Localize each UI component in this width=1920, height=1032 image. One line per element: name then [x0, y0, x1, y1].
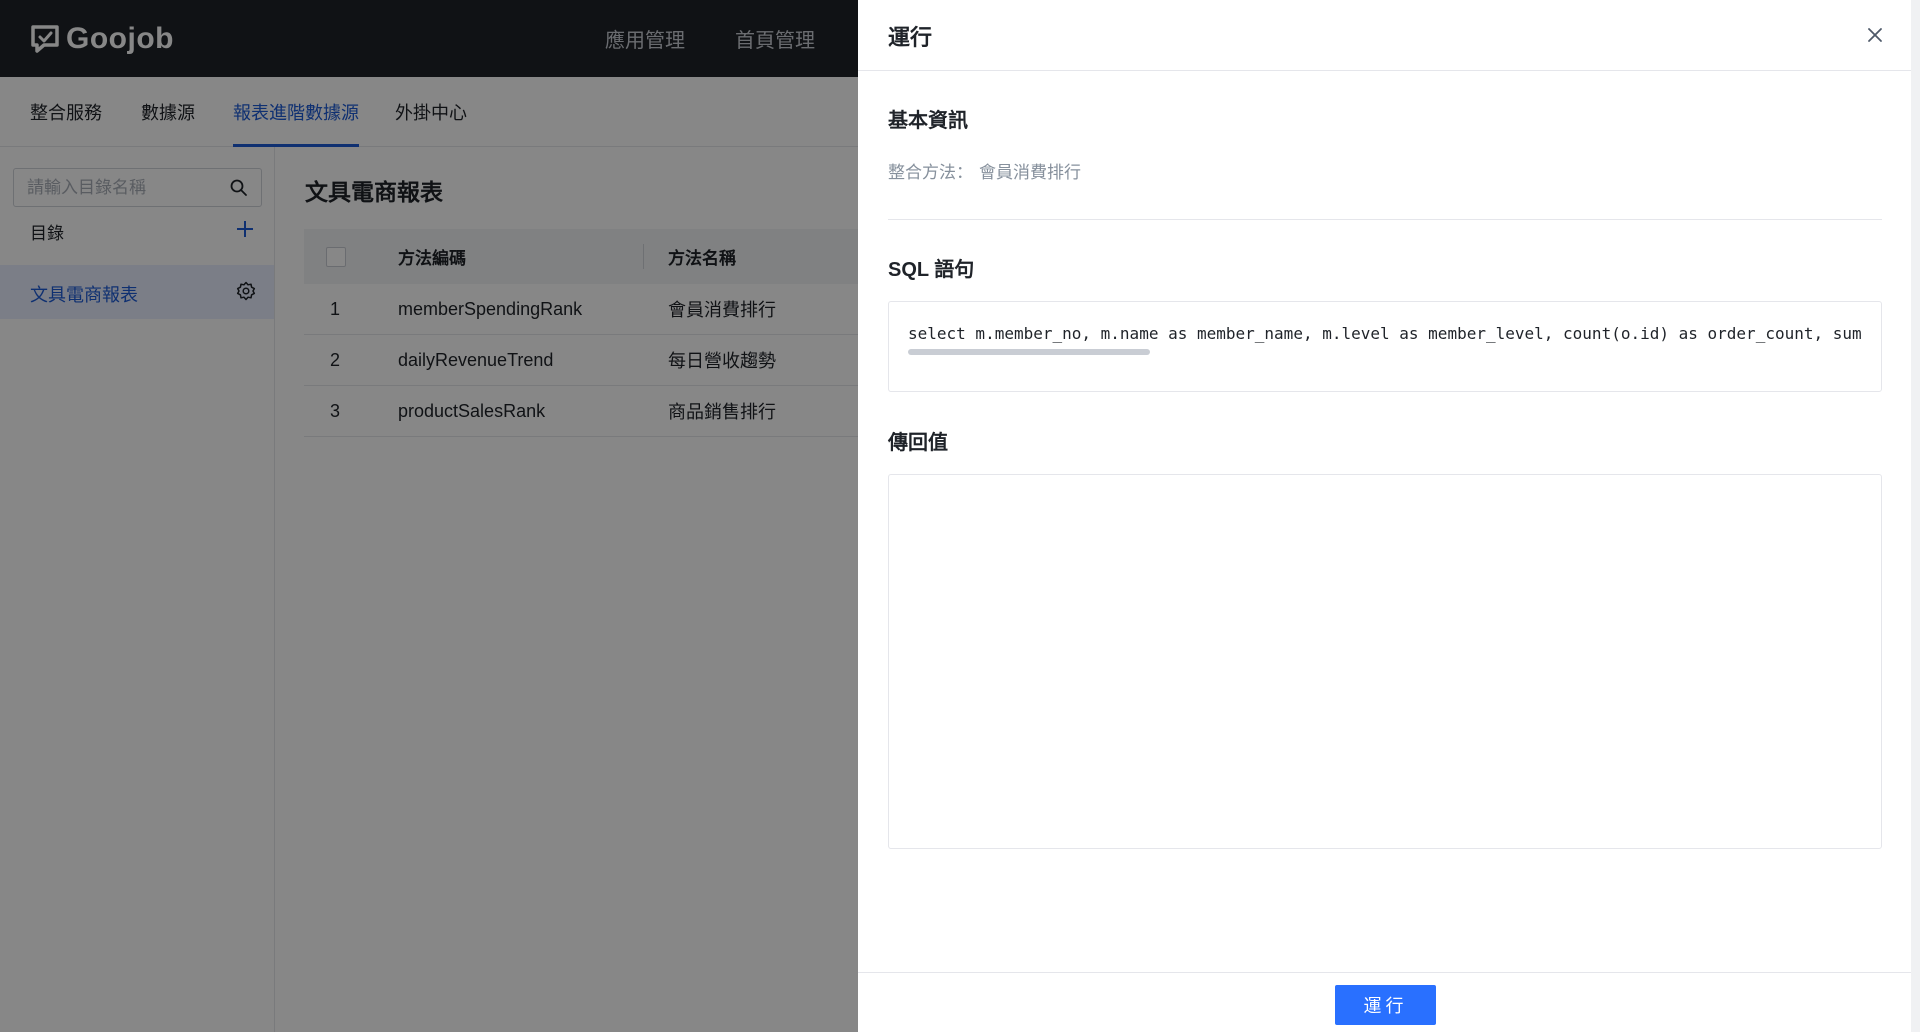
close-icon[interactable] — [1866, 26, 1884, 44]
run-drawer: 運行 基本資訊 整合方法： 會員消費排行 SQL 語句 select m.memb… — [858, 0, 1920, 1032]
sql-title: SQL 語句 — [888, 259, 975, 281]
method-info: 整合方法： 會員消費排行 — [888, 158, 1081, 183]
run-button[interactable]: 運行 — [1335, 985, 1436, 1025]
basic-info-title: 基本資訊 — [888, 110, 968, 132]
drawer-footer: 運行 — [858, 972, 1911, 1032]
drawer-title: 運行 — [888, 25, 933, 50]
drawer-header: 運行 — [858, 0, 1911, 71]
drawer-scrollbar[interactable] — [1911, 0, 1920, 1032]
sql-text: select m.member_no, m.name as member_nam… — [908, 324, 1862, 343]
method-label: 整合方法： — [888, 163, 973, 182]
sql-statement-box[interactable]: select m.member_no, m.name as member_nam… — [888, 301, 1882, 392]
sql-horizontal-scrollbar[interactable] — [908, 349, 1150, 355]
section-divider — [888, 219, 1882, 220]
method-value: 會員消費排行 — [979, 163, 1081, 182]
return-value-box[interactable] — [888, 474, 1882, 849]
return-value-title: 傳回值 — [888, 432, 948, 454]
